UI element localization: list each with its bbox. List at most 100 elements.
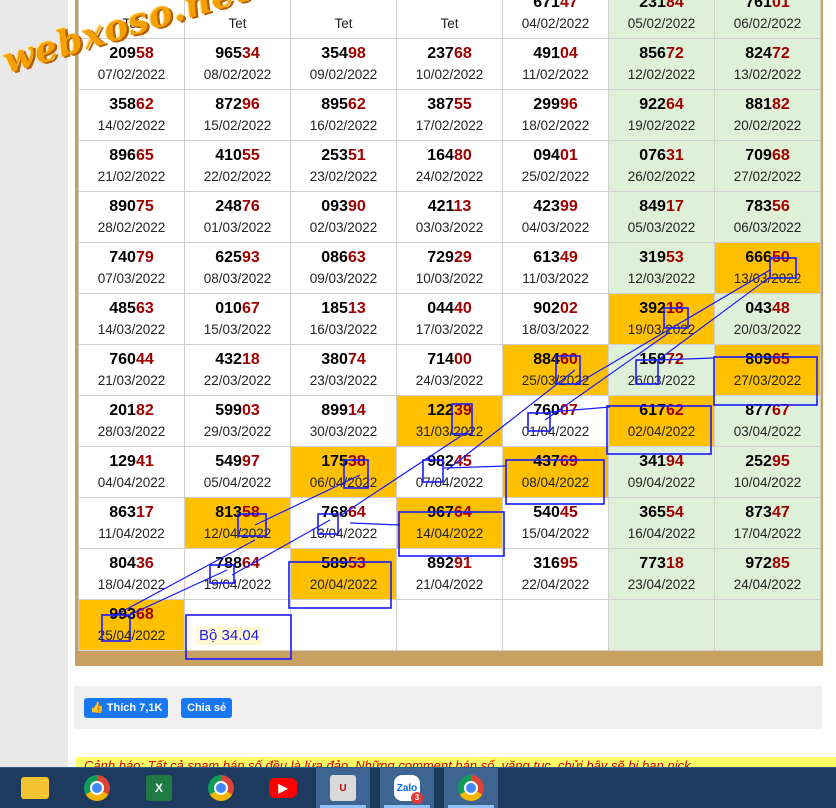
result-number bbox=[397, 0, 502, 12]
result-number: 86317 bbox=[79, 504, 184, 522]
number-last-two-digits: 39 bbox=[453, 402, 472, 419]
zalo-icon: Zalo 3 bbox=[394, 775, 423, 804]
number-last-two-digits: 65 bbox=[771, 351, 790, 368]
taskbar-chrome-active[interactable] bbox=[444, 768, 498, 808]
number-prefix: 809 bbox=[745, 351, 772, 368]
result-date: 09/02/2022 bbox=[309, 67, 378, 82]
result-date: 16/04/2022 bbox=[627, 526, 696, 541]
result-number: 31953 bbox=[609, 249, 714, 267]
number-last-two-digits: 93 bbox=[241, 249, 260, 266]
result-cell: 76864 13/04/2022 bbox=[290, 497, 397, 549]
result-cell: 23184 05/02/2022 bbox=[608, 0, 715, 39]
number-prefix: 159 bbox=[639, 351, 666, 368]
result-date: 24/03/2022 bbox=[415, 373, 484, 388]
result-date: 09/04/2022 bbox=[627, 475, 696, 490]
taskbar-youtube[interactable]: ▶ bbox=[256, 768, 310, 808]
result-number: 09390 bbox=[291, 198, 396, 216]
table-row: 12941 04/04/2022 54997 05/04/2022 17538 06/04… bbox=[78, 446, 821, 498]
result-date: 12/03/2022 bbox=[627, 271, 696, 286]
result-date: 10/03/2022 bbox=[415, 271, 484, 286]
result-cell: 76007 01/04/2022 bbox=[502, 395, 609, 447]
result-number: 78356 bbox=[715, 198, 820, 216]
result-date: 28/03/2022 bbox=[97, 424, 166, 439]
result-date: 12/02/2022 bbox=[627, 67, 696, 82]
result-date: 19/02/2022 bbox=[627, 118, 696, 133]
result-cell: 96534 08/02/2022 bbox=[184, 38, 291, 90]
result-date: Tet bbox=[440, 16, 459, 31]
result-cell: 70968 27/02/2022 bbox=[714, 140, 821, 192]
result-number: 76101 bbox=[715, 0, 820, 12]
taskbar-unikey[interactable]: U bbox=[316, 768, 370, 808]
result-number: 39218 bbox=[609, 300, 714, 318]
taskbar-chrome[interactable] bbox=[70, 768, 124, 808]
result-date: 27/03/2022 bbox=[733, 373, 802, 388]
number-last-two-digits: 45 bbox=[453, 453, 472, 470]
number-last-two-digits: 62 bbox=[135, 96, 154, 113]
thumbs-up-icon: 👍 bbox=[90, 702, 104, 714]
number-last-two-digits: 48 bbox=[771, 300, 790, 317]
number-prefix: 044 bbox=[427, 300, 454, 317]
taskbar-file-explorer[interactable] bbox=[8, 768, 62, 808]
result-number: 98245 bbox=[397, 453, 502, 471]
result-date: 01/03/2022 bbox=[203, 220, 272, 235]
number-prefix: 540 bbox=[533, 504, 560, 521]
facebook-share-button[interactable]: Chia sẻ bbox=[181, 698, 233, 718]
number-last-two-digits: 51 bbox=[347, 147, 366, 164]
result-cell: 38074 23/03/2022 bbox=[290, 344, 397, 396]
number-last-two-digits: 54 bbox=[665, 504, 684, 521]
result-cell: 87347 17/04/2022 bbox=[714, 497, 821, 549]
number-prefix: 890 bbox=[109, 198, 136, 215]
number-last-two-digits: 64 bbox=[241, 555, 260, 572]
result-cell: 61762 02/04/2022 bbox=[608, 395, 715, 447]
number-prefix: 804 bbox=[109, 555, 136, 572]
result-cell: 20182 28/03/2022 bbox=[78, 395, 185, 447]
taskbar-zalo[interactable]: Zalo 3 bbox=[380, 768, 434, 808]
number-prefix: 613 bbox=[533, 249, 560, 266]
result-date: 08/04/2022 bbox=[521, 475, 590, 490]
result-date: 16/03/2022 bbox=[309, 322, 378, 337]
result-cell: 38755 17/02/2022 bbox=[396, 89, 503, 141]
number-last-two-digits: 17 bbox=[135, 504, 154, 521]
number-last-two-digits: 62 bbox=[347, 96, 366, 113]
number-last-two-digits: 02 bbox=[559, 300, 578, 317]
number-prefix: 761 bbox=[745, 0, 772, 11]
result-number: 43218 bbox=[185, 351, 290, 369]
number-last-two-digits: 96 bbox=[559, 96, 578, 113]
result-date: 23/04/2022 bbox=[627, 577, 696, 592]
number-last-two-digits: 14 bbox=[347, 402, 366, 419]
unikey-icon: U bbox=[330, 775, 356, 801]
number-prefix: 437 bbox=[533, 453, 560, 470]
result-cell: 90202 18/03/2022 bbox=[502, 293, 609, 345]
number-last-two-digits: 69 bbox=[559, 453, 578, 470]
taskbar-chrome-profile[interactable] bbox=[194, 768, 248, 808]
result-date: 15/03/2022 bbox=[203, 322, 272, 337]
result-number: 90202 bbox=[503, 300, 608, 318]
number-last-two-digits: 01 bbox=[559, 147, 578, 164]
result-cell: 89665 21/02/2022 bbox=[78, 140, 185, 192]
result-cell: 09401 25/02/2022 bbox=[502, 140, 609, 192]
result-number: 24876 bbox=[185, 198, 290, 216]
result-number: 89914 bbox=[291, 402, 396, 420]
number-prefix: 896 bbox=[109, 147, 136, 164]
result-number: 61349 bbox=[503, 249, 608, 267]
result-number: 87767 bbox=[715, 402, 820, 420]
result-number: 71400 bbox=[397, 351, 502, 369]
result-number: 96534 bbox=[185, 45, 290, 63]
result-cell: 58953 20/04/2022 bbox=[290, 548, 397, 600]
result-cell: 99368 25/04/2022 bbox=[78, 599, 185, 651]
result-cell: 61349 11/03/2022 bbox=[502, 242, 609, 294]
number-last-two-digits: 44 bbox=[135, 351, 154, 368]
number-last-two-digits: 58 bbox=[241, 504, 260, 521]
result-cell: 87767 03/04/2022 bbox=[714, 395, 821, 447]
result-cell: 09390 02/03/2022 bbox=[290, 191, 397, 243]
taskbar-excel[interactable]: X bbox=[132, 768, 186, 808]
result-cell: 43769 08/04/2022 bbox=[502, 446, 609, 498]
facebook-like-button[interactable]: 👍 Thích 7,1K bbox=[84, 698, 169, 718]
number-last-two-digits: 34 bbox=[241, 45, 260, 62]
result-cell: 86317 11/04/2022 bbox=[78, 497, 185, 549]
result-number: 36554 bbox=[609, 504, 714, 522]
number-prefix: 922 bbox=[639, 96, 666, 113]
number-prefix: 625 bbox=[215, 249, 242, 266]
result-date: 17/02/2022 bbox=[415, 118, 484, 133]
number-prefix: 387 bbox=[427, 96, 454, 113]
